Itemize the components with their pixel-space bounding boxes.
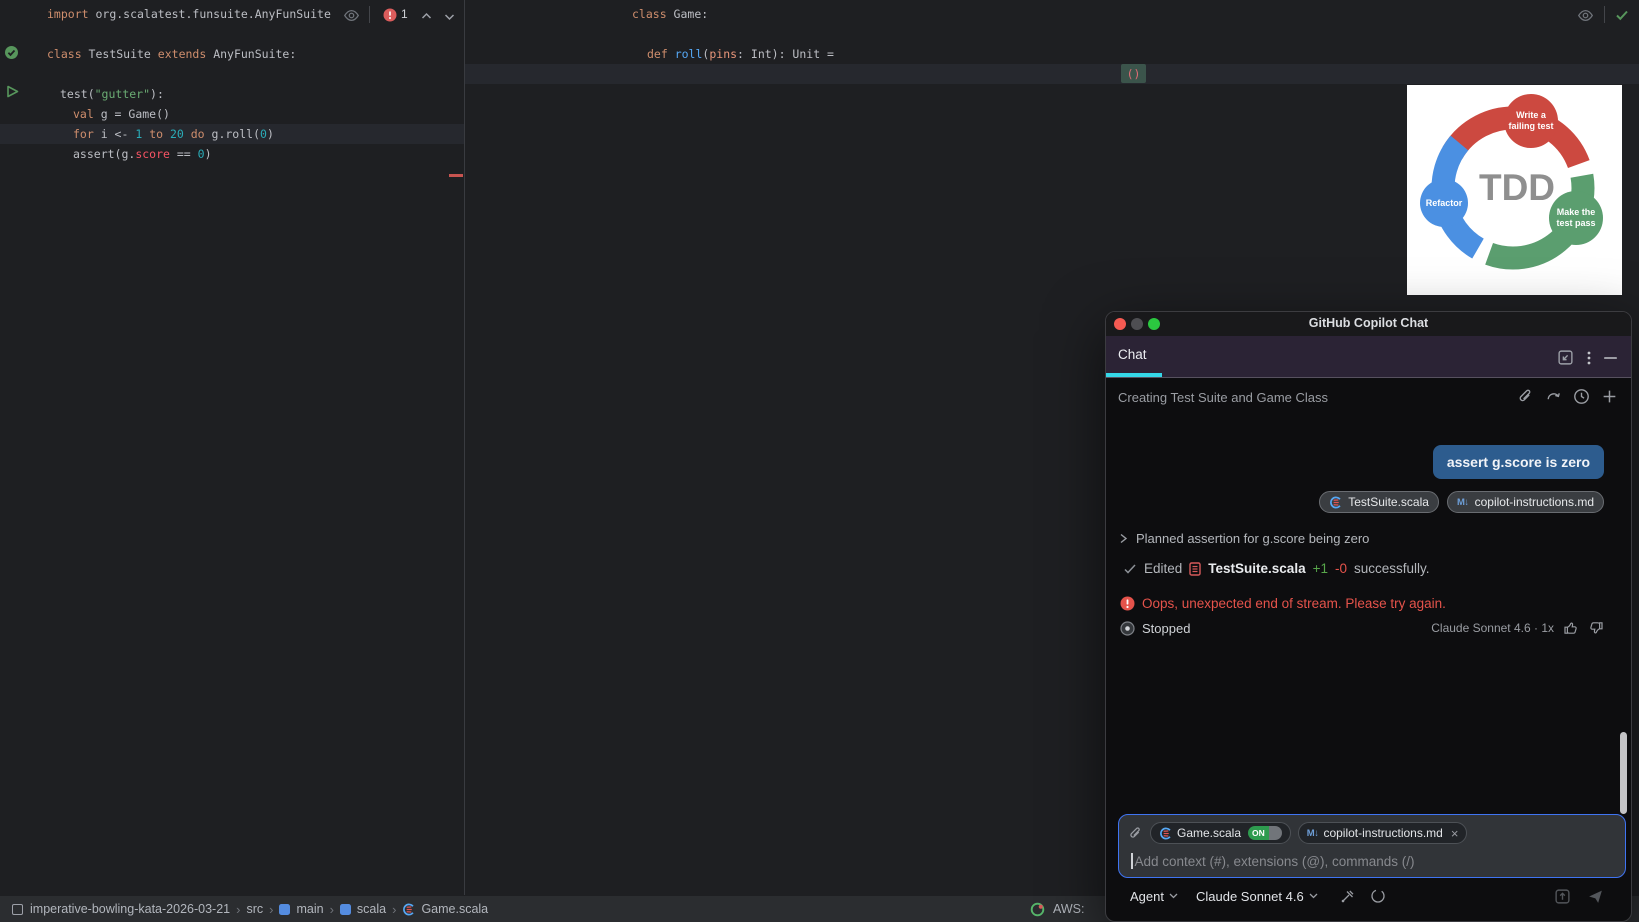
selected-symbol-highlight[interactable]: () bbox=[1121, 64, 1146, 83]
source-root-icon bbox=[339, 903, 351, 915]
window-title: GitHub Copilot Chat bbox=[1308, 316, 1429, 330]
chevron-right-icon bbox=[1120, 533, 1128, 544]
chevron-up-icon[interactable] bbox=[420, 10, 433, 23]
new-chat-icon[interactable] bbox=[1601, 388, 1618, 405]
code-line[interactable]: import org.scalatest.funsuite.AnyFunSuit… bbox=[47, 4, 331, 24]
usage-icon[interactable] bbox=[1370, 888, 1386, 904]
tdd-title: TDD bbox=[1479, 167, 1555, 208]
conversation-title: Creating Test Suite and Game Class bbox=[1118, 390, 1329, 405]
aws-status-label[interactable]: AWS: bbox=[1053, 902, 1084, 916]
thumbs-up-icon[interactable] bbox=[1563, 620, 1579, 636]
breadcrumb-src[interactable]: src bbox=[246, 902, 263, 916]
scala-file-icon bbox=[1330, 496, 1341, 508]
error-icon bbox=[1120, 596, 1135, 611]
tdd-diagram-image: Write a failing test Make the test pass … bbox=[1407, 85, 1622, 295]
code-line[interactable]: for i <- 1 to 20 do g.roll(0) bbox=[73, 124, 274, 144]
attach-icon[interactable] bbox=[1517, 388, 1534, 405]
source-root-icon bbox=[279, 903, 291, 915]
agent-mode-dropdown[interactable]: Agent bbox=[1130, 889, 1178, 904]
editor-left-pane[interactable]: import org.scalatest.funsuite.AnyFunSuit… bbox=[0, 0, 464, 895]
markdown-file-icon: M↓ bbox=[1306, 827, 1319, 839]
lines-added: +1 bbox=[1312, 561, 1328, 576]
dock-window-icon[interactable] bbox=[1557, 349, 1574, 366]
tools-icon[interactable] bbox=[1340, 888, 1356, 904]
kebab-menu-icon[interactable] bbox=[1587, 350, 1591, 366]
svg-text:Refactor: Refactor bbox=[1426, 198, 1463, 208]
remove-chip-icon[interactable]: × bbox=[1451, 826, 1459, 841]
stopped-icon bbox=[1120, 620, 1135, 636]
code-line[interactable]: assert(g.score == 0) bbox=[73, 144, 212, 164]
svg-text:Make the: Make the bbox=[1557, 207, 1596, 217]
context-chip-testsuite[interactable]: TestSuite.scala bbox=[1319, 491, 1439, 513]
chevron-down-icon bbox=[1309, 893, 1318, 899]
lines-removed: -0 bbox=[1334, 561, 1347, 576]
svg-text:Write a: Write a bbox=[1516, 110, 1547, 120]
text-caret bbox=[1131, 853, 1133, 869]
markdown-file-icon: M↓ bbox=[1456, 496, 1469, 508]
edited-file-name[interactable]: TestSuite.scala bbox=[1208, 561, 1305, 576]
modified-file-icon bbox=[1189, 561, 1201, 576]
chat-titlebar[interactable]: GitHub Copilot Chat bbox=[1106, 312, 1631, 336]
scala-file-icon bbox=[403, 903, 415, 915]
chat-input-box[interactable]: Game.scala ON M↓ copilot-instructions.md… bbox=[1118, 814, 1626, 878]
input-chip-game-scala[interactable]: Game.scala ON bbox=[1150, 822, 1291, 844]
redo-icon[interactable] bbox=[1545, 388, 1562, 405]
active-tab-indicator bbox=[1106, 373, 1162, 377]
svg-text:test pass: test pass bbox=[1556, 218, 1595, 228]
message-input[interactable]: Add context (#), extensions (@), command… bbox=[1131, 853, 1415, 869]
insert-icon[interactable] bbox=[1554, 888, 1571, 905]
inspections-ok-icon[interactable] bbox=[1614, 7, 1630, 23]
check-icon bbox=[1124, 563, 1136, 574]
code-line[interactable]: class Game: bbox=[632, 4, 708, 24]
plugin-icon[interactable] bbox=[1030, 902, 1045, 917]
chat-tabbar: Chat bbox=[1106, 336, 1631, 378]
collapsed-plan-row[interactable]: Planned assertion for g.score being zero bbox=[1119, 531, 1369, 546]
breadcrumb-scala[interactable]: scala bbox=[339, 902, 386, 916]
user-message-bubble: assert g.score is zero bbox=[1432, 445, 1604, 479]
ide-screen: import org.scalatest.funsuite.AnyFunSuit… bbox=[0, 0, 1639, 922]
test-passed-icon[interactable] bbox=[4, 45, 19, 60]
history-icon[interactable] bbox=[1573, 388, 1590, 405]
attach-icon[interactable] bbox=[1128, 826, 1143, 841]
copilot-chat-window: GitHub Copilot Chat Chat Creating Test S… bbox=[1105, 311, 1632, 922]
svg-text:failing test: failing test bbox=[1508, 121, 1553, 131]
send-icon[interactable] bbox=[1587, 888, 1604, 905]
chevron-down-icon[interactable] bbox=[443, 10, 456, 23]
model-dropdown[interactable]: Claude Sonnet 4.6 bbox=[1196, 889, 1318, 904]
context-chip-instructions[interactable]: M↓ copilot-instructions.md bbox=[1446, 491, 1604, 513]
code-line[interactable]: val g = Game() bbox=[73, 104, 170, 124]
status-label: Stopped bbox=[1142, 620, 1191, 636]
eye-icon[interactable] bbox=[1577, 7, 1594, 24]
input-chip-instructions[interactable]: M↓ copilot-instructions.md × bbox=[1297, 822, 1468, 844]
chevron-down-icon bbox=[1169, 893, 1178, 899]
thumbs-down-icon[interactable] bbox=[1588, 620, 1604, 636]
code-line[interactable]: def roll(pins: Int): Unit = bbox=[647, 44, 834, 64]
project-icon bbox=[12, 903, 23, 915]
divider bbox=[1604, 6, 1605, 23]
breadcrumb-project[interactable]: imperative-bowling-kata-2026-03-21 bbox=[30, 902, 230, 916]
stream-error-row: Oops, unexpected end of stream. Please t… bbox=[1120, 596, 1446, 611]
tab-chat[interactable]: Chat bbox=[1118, 347, 1147, 362]
hide-panel-icon[interactable] bbox=[1604, 350, 1617, 366]
eye-icon[interactable] bbox=[343, 7, 360, 24]
code-line[interactable]: class TestSuite extends AnyFunSuite: bbox=[47, 44, 296, 64]
code-line[interactable]: test("gutter"): bbox=[60, 84, 164, 104]
model-info: Claude Sonnet 4.6 · 1x bbox=[1431, 621, 1554, 635]
run-test-icon[interactable] bbox=[6, 85, 19, 98]
scala-file-icon bbox=[1160, 827, 1171, 839]
edited-file-row: Edited TestSuite.scala +1 -0 successfull… bbox=[1123, 561, 1430, 576]
error-count: 1 bbox=[401, 7, 408, 21]
divider bbox=[369, 6, 370, 23]
caret-line-highlight bbox=[465, 64, 1639, 84]
error-badge-icon[interactable] bbox=[383, 8, 397, 22]
error-stripe-marker[interactable] bbox=[449, 174, 463, 177]
response-status-row: Stopped Claude Sonnet 4.6 · 1x bbox=[1120, 620, 1604, 636]
breadcrumb-main[interactable]: main bbox=[279, 902, 324, 916]
scrollbar-thumb[interactable] bbox=[1620, 732, 1627, 814]
breadcrumb-file[interactable]: Game.scala bbox=[402, 902, 488, 916]
context-on-toggle[interactable]: ON bbox=[1248, 826, 1282, 840]
